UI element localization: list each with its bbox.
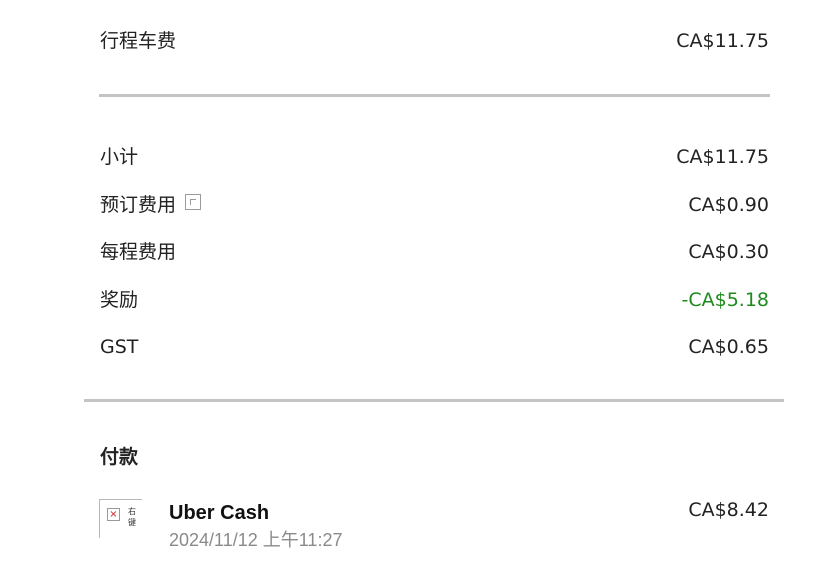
- per-trip-fee-amount: CA$0.30: [688, 241, 769, 263]
- broken-image-icon: ×: [107, 508, 120, 521]
- payment-datetime: 2024/11/12 上午11:27: [169, 530, 343, 550]
- booking-fee-row: 预订费用 CA$0.90: [100, 191, 769, 219]
- trip-fare-amount: CA$11.75: [676, 30, 769, 52]
- trip-fare-row: 行程车费 CA$11.75: [100, 27, 769, 55]
- reward-amount: -CA$5.18: [681, 289, 769, 311]
- subtotal-label: 小计: [100, 146, 139, 168]
- payment-amount: CA$8.42: [688, 499, 769, 521]
- info-icon[interactable]: [185, 193, 202, 210]
- breakdown-divider: [84, 399, 784, 402]
- gst-label: GST: [100, 336, 139, 358]
- subtotal-row: 小计 CA$11.75: [100, 143, 769, 171]
- reward-label: 奖励: [100, 289, 139, 311]
- payment-heading: 付款: [100, 446, 139, 468]
- subtotal-amount: CA$11.75: [676, 146, 769, 168]
- gst-amount: CA$0.65: [688, 336, 769, 358]
- payment-logo-alt-text: 右键: [128, 507, 136, 527]
- reward-row: 奖励 -CA$5.18: [100, 286, 769, 314]
- per-trip-fee-row: 每程费用 CA$0.30: [100, 238, 769, 266]
- trip-fare-label: 行程车费: [100, 30, 177, 52]
- fare-divider: [99, 94, 770, 97]
- per-trip-fee-label: 每程费用: [100, 241, 177, 263]
- payment-logo: × 右键: [99, 499, 142, 538]
- booking-fee-amount: CA$0.90: [688, 194, 769, 216]
- gst-row: GST CA$0.65: [100, 333, 769, 361]
- payment-method-name: Uber Cash: [169, 502, 270, 524]
- booking-fee-label: 预订费用: [100, 194, 177, 216]
